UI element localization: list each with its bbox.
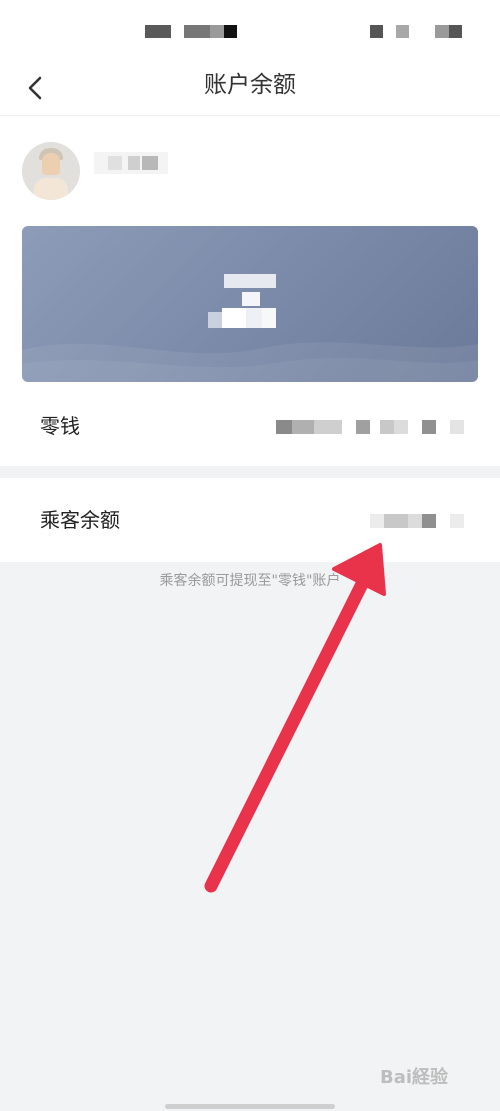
- watermark: Bai経验: [380, 1067, 449, 1088]
- red-arrow-icon: [204, 543, 386, 893]
- home-indicator[interactable]: [165, 1104, 335, 1109]
